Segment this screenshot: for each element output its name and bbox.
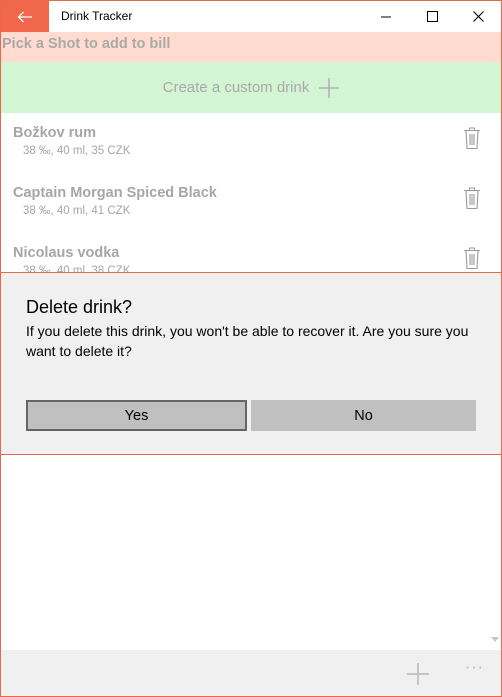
drink-list: Božkov rum 38 ‰, 40 ml, 35 CZK Captain M…	[1, 113, 501, 293]
bottom-app-bar: ···	[1, 650, 501, 696]
back-button[interactable]	[1, 1, 49, 32]
maximize-icon	[426, 11, 438, 22]
create-custom-drink-label: Create a custom drink	[162, 79, 310, 96]
trash-icon[interactable]	[462, 126, 482, 150]
create-custom-drink-button[interactable]: Create a custom drink	[1, 62, 501, 113]
list-item[interactable]: Božkov rum 38 ‰, 40 ml, 35 CZK	[1, 113, 501, 173]
drink-name: Captain Morgan Spiced Black	[13, 185, 217, 201]
more-options-button[interactable]: ···	[465, 659, 484, 677]
list-item[interactable]: Captain Morgan Spiced Black 38 ‰, 40 ml,…	[1, 173, 501, 233]
title-bar: Drink Tracker	[1, 1, 501, 32]
yes-button[interactable]: Yes	[26, 400, 247, 431]
minimize-icon	[381, 16, 391, 17]
dialog-message: If you delete this drink, you won't be a…	[26, 323, 469, 359]
drink-details: 38 ‰, 40 ml, 41 CZK	[23, 205, 131, 217]
app-window: Drink Tracker Pick a Shot to add to bill…	[0, 0, 502, 697]
drink-name: Božkov rum	[13, 125, 96, 141]
back-arrow-icon	[17, 11, 32, 22]
scroll-down-arrow-icon[interactable]	[491, 637, 499, 643]
add-button[interactable]	[406, 662, 430, 686]
plus-icon	[319, 77, 340, 98]
maximize-button[interactable]	[409, 1, 455, 32]
drink-name: Nicolaus vodka	[13, 245, 120, 261]
close-icon	[472, 11, 484, 22]
no-button[interactable]: No	[251, 400, 476, 431]
trash-icon[interactable]	[462, 186, 482, 210]
trash-icon[interactable]	[462, 246, 482, 270]
pick-shot-banner: Pick a Shot to add to bill	[1, 32, 501, 62]
drink-details: 38 ‰, 40 ml, 35 CZK	[23, 145, 131, 157]
window-title: Drink Tracker	[61, 9, 133, 23]
close-button[interactable]	[455, 1, 501, 32]
dialog-title: Delete drink?	[26, 297, 133, 317]
minimize-button[interactable]	[363, 1, 409, 32]
delete-drink-dialog: Delete drink? If you delete this drink, …	[1, 272, 501, 455]
